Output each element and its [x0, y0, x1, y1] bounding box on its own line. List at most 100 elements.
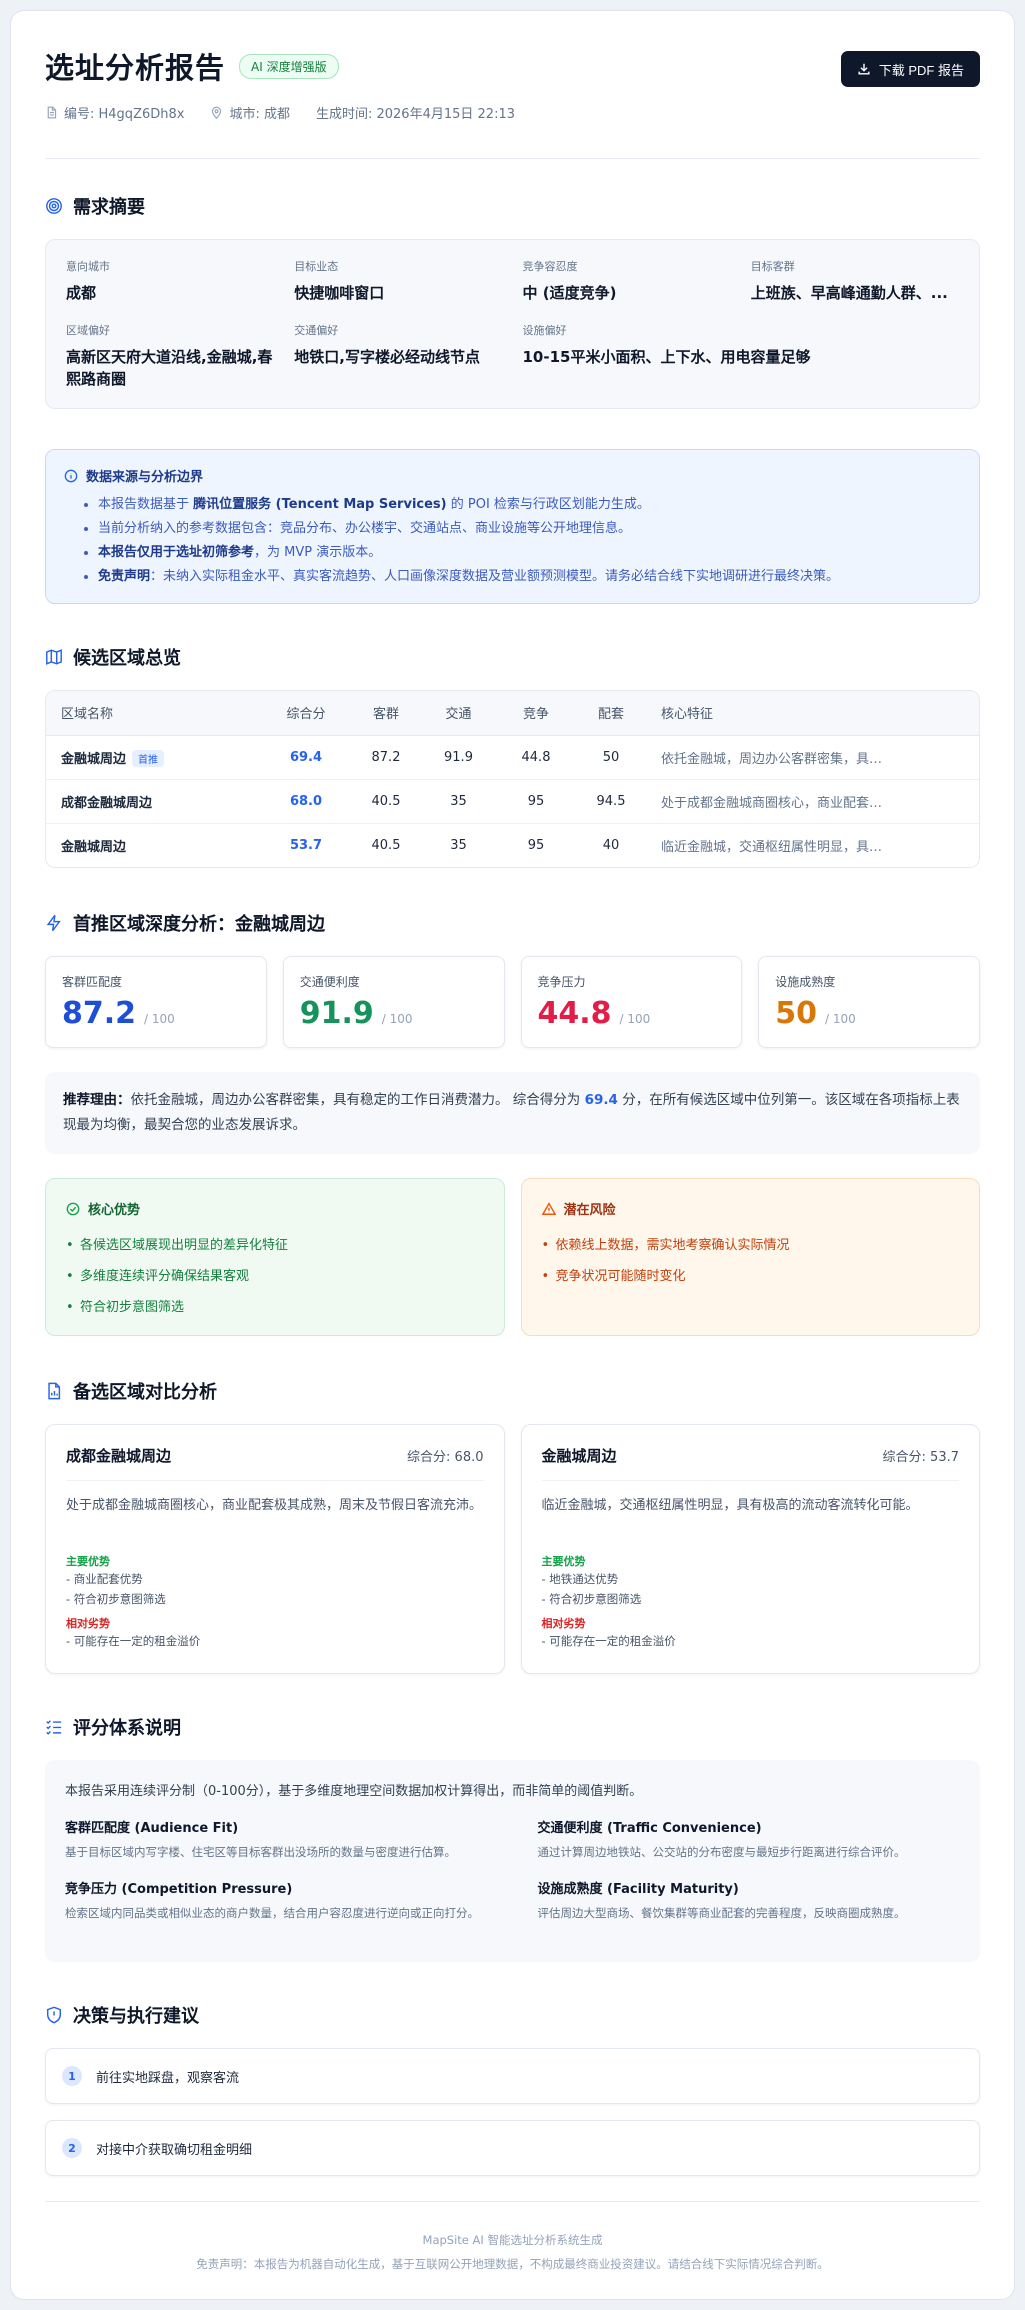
step-number: 2	[62, 2138, 82, 2158]
reason-label: 推荐理由：	[63, 1092, 131, 1108]
alternative-card: 金融城周边 综合分: 53.7 临近金融城，交通枢纽属性明显，具有极高的流动客流转…	[520, 1424, 980, 1674]
scoring-item-desc: 基于目标区域内写字楼、住宅区等目标客群出没场所的数量与密度进行估算。	[65, 1845, 456, 1859]
summary-label: 交通偏好	[294, 324, 339, 337]
col-header: 交通	[421, 691, 496, 736]
alt-score: 综合分: 68.0	[407, 1450, 484, 1465]
notice-list: 本报告数据基于 腾讯位置服务 (Tencent Map Services) 的 …	[64, 493, 961, 589]
scoring-item: 客群匹配度 (Audience Fit) 基于目标区域内写字楼、住宅区等目标客群出…	[65, 1817, 488, 1862]
notice-bold: 本报告仅用于选址初筛参考	[98, 545, 255, 560]
first-choice-tag: 首推	[132, 749, 165, 767]
check-circle-icon	[66, 1202, 80, 1215]
summary-section: 需求摘要 意向城市 成都 目标业态 快捷咖啡窗口 竞争容忍度中 (适度竞争) 目标客…	[45, 193, 980, 409]
download-pdf-button[interactable]: 下载 PDF 报告	[840, 51, 980, 87]
overview-table: 区域名称 综合分 客群 交通 竞争 配套 核心特征 金融城周边 首推 69.4 8…	[46, 691, 979, 867]
scoring-title: 评分体系说明	[73, 1718, 181, 1739]
metric-value: 91.9	[299, 996, 374, 1031]
pro-item: 多维度连续评分确保结果客观	[66, 1261, 484, 1292]
scoring-section: 评分体系说明 本报告采用连续评分制（0-100分），基于多维度地理空间数据加权计…	[45, 1714, 980, 1962]
competition-score: 95	[527, 837, 545, 853]
pros-cons: 核心优势 各候选区域展现出明显的差异化特征 多维度连续评分确保结果客观 符合初步…	[45, 1178, 980, 1336]
scoring-item: 设施成熟度 (Facility Maturity) 评估周边大型商场、餐饮集群等商…	[538, 1878, 961, 1923]
summary-label: 意向城市	[66, 260, 110, 273]
summary-item: 意向城市 成都	[66, 258, 274, 304]
con-item: 竞争状况可能随时变化	[542, 1261, 960, 1292]
notice-item: 本报告仅用于选址初筛参考，为 MVP 演示版本。	[98, 541, 961, 565]
overview-table-wrap: 区域名称 综合分 客群 交通 竞争 配套 核心特征 金融城周边 首推 69.4 8…	[45, 690, 980, 868]
metric-value: 50	[775, 996, 817, 1031]
notice-text: 的 POI 检索与行政区划能力生成。	[446, 497, 650, 512]
alt-name: 金融城周边	[541, 1447, 617, 1465]
notice-text: ，为 MVP 演示版本。	[254, 545, 382, 560]
footer-generator: MapSite AI 智能选址分析系统生成	[422, 2233, 603, 2247]
col-header: 客群	[351, 691, 421, 736]
footer-disclaimer: 免责声明：本报告为机器自动化生成，基于互联网公开地理数据，不构成最终商业投资建议…	[196, 2257, 829, 2271]
warning-icon	[541, 1201, 556, 1215]
alt-adv-title: 主要优势	[541, 1555, 586, 1568]
summary-grid: 意向城市 成都 目标业态 快捷咖啡窗口 竞争容忍度中 (适度竞争) 目标客群 上班族、…	[45, 239, 980, 409]
table-row[interactable]: 成都金融城周边 68.0 40.5 35 95 94.5 处于成都金融城商圈核心…	[46, 779, 979, 824]
step-number: 1	[62, 2066, 82, 2086]
region-name: 成都金融城周边	[46, 779, 261, 824]
audience-score: 87.2	[351, 735, 421, 780]
traffic-score: 35	[421, 779, 496, 824]
notice-item: 本报告数据基于 腾讯位置服务 (Tencent Map Services) 的 …	[98, 493, 961, 517]
scoring-item-desc: 评估周边大型商场、餐饮集群等商业配套的完善程度，反映商圈成熟度。	[537, 1906, 906, 1920]
core-advantages-card: 核心优势 各候选区域展现出明显的差异化特征 多维度连续评分确保结果客观 符合初步…	[45, 1178, 505, 1336]
summary-item: 目标客群 上班族、早高峰通勤人群、...	[751, 258, 959, 304]
pro-item: 各候选区域展现出明显的差异化特征	[66, 1230, 484, 1261]
alt-adv-item: - 商业配套优势	[66, 1572, 143, 1586]
cons-title: 潜在风险	[563, 1203, 616, 1218]
report-id-text: 编号: H4gqZ6Dh8x	[64, 107, 185, 122]
audience-score: 40.5	[351, 779, 421, 824]
audience-score: 40.5	[371, 837, 401, 853]
alt-desc: 临近金融城，交通枢纽属性明显，具有极高的流动客流转化可能。	[541, 1498, 919, 1513]
competition-score: 95	[496, 779, 576, 824]
report-city-text: 城市: 成都	[229, 107, 290, 122]
metric-card-audience: 客群匹配度 87.2 / 100	[45, 956, 267, 1048]
summary-value: 快捷咖啡窗口	[294, 284, 385, 302]
metric-max: / 100	[381, 1012, 413, 1026]
metric-max: / 100	[825, 1012, 856, 1026]
decision-step: 2 对接中介获取确切租金明细	[45, 2120, 980, 2176]
metric-value: 87.2	[62, 996, 137, 1031]
alt-dis-item: - 可能存在一定的租金溢价	[541, 1634, 676, 1648]
core-feature-text: 处于成都金融城商圈核心，商业配套极其成熟，周末及节假日客流充沛。	[661, 795, 901, 811]
compare-title: 备选区域对比分析	[73, 1382, 217, 1403]
overview-section: 候选区域总览 区域名称 综合分 客群 交通 竞争 配套 核心特征 金融城周边 首…	[45, 644, 980, 868]
scoring-item-desc: 检索区域内同品类或相似业态的商户数量，结合用户容忍度进行逆向或正向打分。	[65, 1906, 479, 1920]
metric-max: / 100	[619, 1012, 651, 1026]
decision-step: 1 前往实地踩盘，观察客流	[45, 2048, 980, 2104]
scoring-grid: 客群匹配度 (Audience Fit) 基于目标区域内写字楼、住宅区等目标客群出…	[65, 1817, 960, 1923]
core-feature: 依托金融城，周边办公客群密集，具有稳定的工作日消费潜力。	[646, 735, 979, 780]
summary-item: 区域偏好 高新区天府大道沿线,金融城,春熙路商圈	[66, 322, 274, 390]
potential-risks-card: 潜在风险 依赖线上数据，需实地考察确认实际情况 竞争状况可能随时变化	[520, 1178, 980, 1336]
decision-title: 决策与执行建议	[73, 2006, 199, 2027]
pros-title: 核心优势	[88, 1203, 141, 1218]
summary-item: 设施偏好 10-15平米小面积、上下水、用电容量足够	[523, 322, 960, 390]
info-icon	[64, 469, 78, 482]
alt-name: 成都金融城周边	[66, 1447, 172, 1465]
report-time: 生成时间: 2026年4月15日 22:13	[316, 103, 515, 122]
ai-badge: AI 深度增强版	[239, 53, 339, 79]
region-name-text: 金融城周边	[61, 751, 127, 767]
table-row[interactable]: 金融城周边 首推 69.4 87.2 91.9 44.8 50 依托金融城，周边办…	[46, 735, 979, 780]
deep-analysis-section: 首推区域深度分析：金融城周边 客群匹配度 87.2 / 100 交通便利度 91.…	[45, 910, 980, 1336]
metric-card-traffic: 交通便利度 91.9 / 100	[282, 956, 505, 1048]
composite-score: 53.7	[289, 837, 323, 853]
facility-score: 50	[576, 735, 646, 780]
composite-score: 68.0	[261, 779, 351, 824]
recommend-reason: 推荐理由：依托金融城，周边办公客群密集，具有稳定的工作日消费潜力。 综合得分为 …	[45, 1072, 980, 1154]
table-header-row: 区域名称 综合分 客群 交通 竞争 配套 核心特征	[46, 691, 979, 736]
metric-label: 客群匹配度	[62, 975, 123, 989]
col-header: 配套	[576, 691, 646, 736]
summary-item: 目标业态 快捷咖啡窗口	[294, 258, 502, 304]
shield-icon	[46, 2006, 62, 2024]
competition-score: 44.8	[496, 735, 576, 780]
pro-item: 符合初步意图筛选	[66, 1292, 484, 1323]
col-header: 区域名称	[46, 691, 261, 736]
summary-label: 竞争容忍度	[522, 260, 578, 273]
download-icon	[858, 63, 870, 75]
map-icon	[46, 649, 62, 665]
notice-text: ：未纳入实际租金水平、真实客流趋势、人口画像深度数据及营业额预测模型。请务必结合…	[150, 569, 840, 584]
table-row[interactable]: 金融城周边 53.7 40.5 35 95 40 临近金融城，交通枢纽属性明显，…	[46, 823, 979, 867]
